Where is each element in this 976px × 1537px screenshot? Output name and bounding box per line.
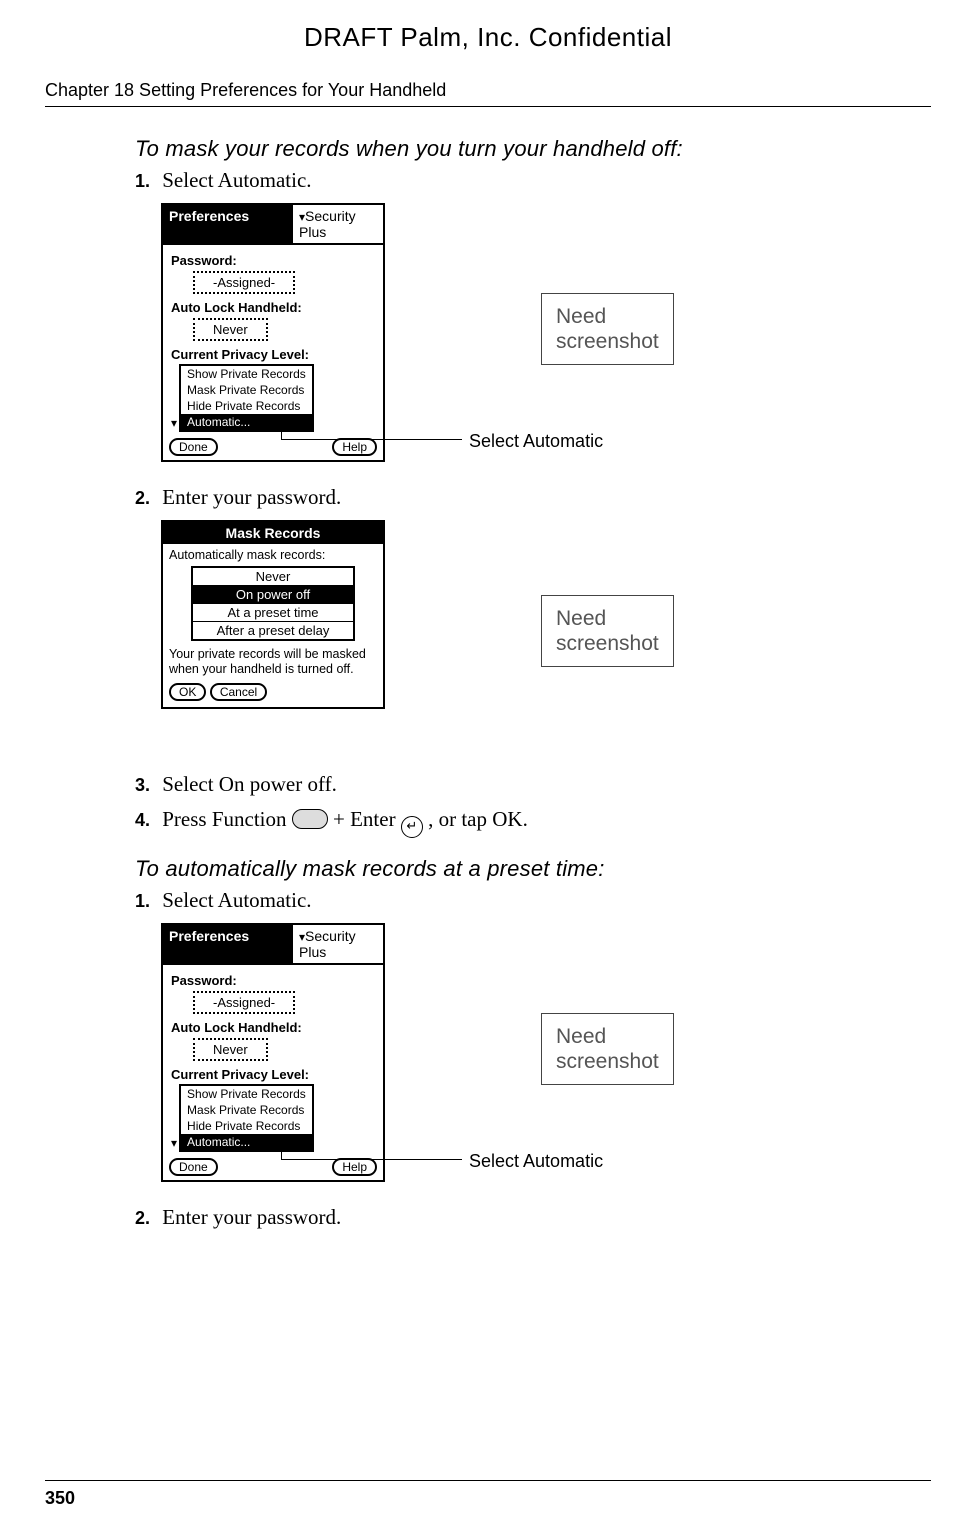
privacy-label: Current Privacy Level: [171, 347, 375, 362]
s2-step1-text: Select Automatic. [162, 888, 311, 912]
opt-poweroff[interactable]: On power off [193, 586, 353, 604]
callout-line-1 [281, 421, 462, 440]
ok-button[interactable]: OK [169, 683, 206, 701]
s1-step4: 4. Press Function + Enter ↵ , or tap OK. [135, 807, 895, 838]
opt-preset-delay[interactable]: After a preset delay [193, 622, 353, 639]
header-rule [45, 106, 931, 107]
mask-desc: Your private records will be masked when… [169, 647, 377, 677]
mask-title: Mask Records [163, 522, 383, 544]
autolock-label: Auto Lock Handheld: [171, 300, 375, 315]
prefs-dropdown-2[interactable]: Security Plus [293, 925, 383, 965]
s1-step3-text: Select On power off. [162, 772, 337, 796]
password-label: Password: [171, 253, 375, 268]
menu-item-hide-2[interactable]: Hide Private Records [181, 1118, 312, 1134]
section1-heading: To mask your records when you turn your … [135, 136, 895, 162]
footer-rule [45, 1480, 931, 1481]
page-number: 350 [45, 1488, 75, 1509]
s1-step3: 3. Select On power off. [135, 772, 895, 797]
done-button[interactable]: Done [169, 438, 218, 456]
mask-records-screenshot: Mask Records Automatically mask records:… [161, 520, 385, 709]
autolock-value[interactable]: Never [193, 318, 268, 341]
password-label-2: Password: [171, 973, 375, 988]
s1-step1: 1. Select Automatic. [135, 168, 895, 193]
prefs-title-2: Preferences [163, 925, 293, 965]
mask-options: Never On power off At a preset time Afte… [191, 566, 355, 641]
enter-key-icon: ↵ [401, 816, 423, 838]
s2-step2: 2. Enter your password. [135, 1205, 895, 1230]
help-button[interactable]: Help [332, 438, 377, 456]
menu-item-show-2[interactable]: Show Private Records [181, 1086, 312, 1102]
s1-step4-post: , or tap OK. [428, 807, 528, 831]
callout-line-2 [281, 1141, 462, 1160]
help-button-2[interactable]: Help [332, 1158, 377, 1176]
menu-item-mask-2[interactable]: Mask Private Records [181, 1102, 312, 1118]
callout-select-auto-2: Select Automatic [469, 1151, 603, 1172]
menu-item-mask[interactable]: Mask Private Records [181, 382, 312, 398]
callout-select-auto-1: Select Automatic [469, 431, 603, 452]
autolock-value-2[interactable]: Never [193, 1038, 268, 1061]
s1-step4-pre: Press Function [162, 807, 292, 831]
cancel-button[interactable]: Cancel [210, 683, 267, 701]
s1-step3-num: 3. [135, 775, 157, 796]
password-value-2[interactable]: -Assigned- [193, 991, 295, 1014]
done-button-2[interactable]: Done [169, 1158, 218, 1176]
need-screenshot-note-3: Need screenshot [541, 1013, 674, 1085]
function-key-icon [292, 809, 328, 829]
s2-step1-num: 1. [135, 891, 157, 912]
dropdown-arrow-icon-2: ▾ [171, 1136, 177, 1152]
section2-heading: To automatically mask records at a prese… [135, 856, 895, 882]
menu-item-hide[interactable]: Hide Private Records [181, 398, 312, 414]
s1-step2-num: 2. [135, 488, 157, 509]
s2-step2-num: 2. [135, 1208, 157, 1229]
opt-preset-time[interactable]: At a preset time [193, 604, 353, 622]
dropdown-arrow-icon: ▾ [171, 416, 177, 432]
s1-step1-num: 1. [135, 171, 157, 192]
s1-step1-text: Select Automatic. [162, 168, 311, 192]
need-screenshot-note-1: Need screenshot [541, 293, 674, 365]
s1-step2: 2. Enter your password. [135, 485, 895, 510]
s1-step4-mid: + Enter [333, 807, 401, 831]
s1-step4-num: 4. [135, 810, 157, 831]
s1-step2-text: Enter your password. [162, 485, 341, 509]
s2-step2-text: Enter your password. [162, 1205, 341, 1229]
autolock-label-2: Auto Lock Handheld: [171, 1020, 375, 1035]
menu-item-show[interactable]: Show Private Records [181, 366, 312, 382]
password-value[interactable]: -Assigned- [193, 271, 295, 294]
chapter-line: Chapter 18 Setting Preferences for Your … [45, 80, 446, 101]
draft-header: DRAFT Palm, Inc. Confidential [0, 22, 976, 53]
need-screenshot-note-2: Need screenshot [541, 595, 674, 667]
mask-prompt: Automatically mask records: [169, 548, 377, 562]
prefs-title: Preferences [163, 205, 293, 245]
opt-never[interactable]: Never [193, 568, 353, 586]
s2-step1: 1. Select Automatic. [135, 888, 895, 913]
prefs-dropdown[interactable]: Security Plus [293, 205, 383, 245]
privacy-label-2: Current Privacy Level: [171, 1067, 375, 1082]
